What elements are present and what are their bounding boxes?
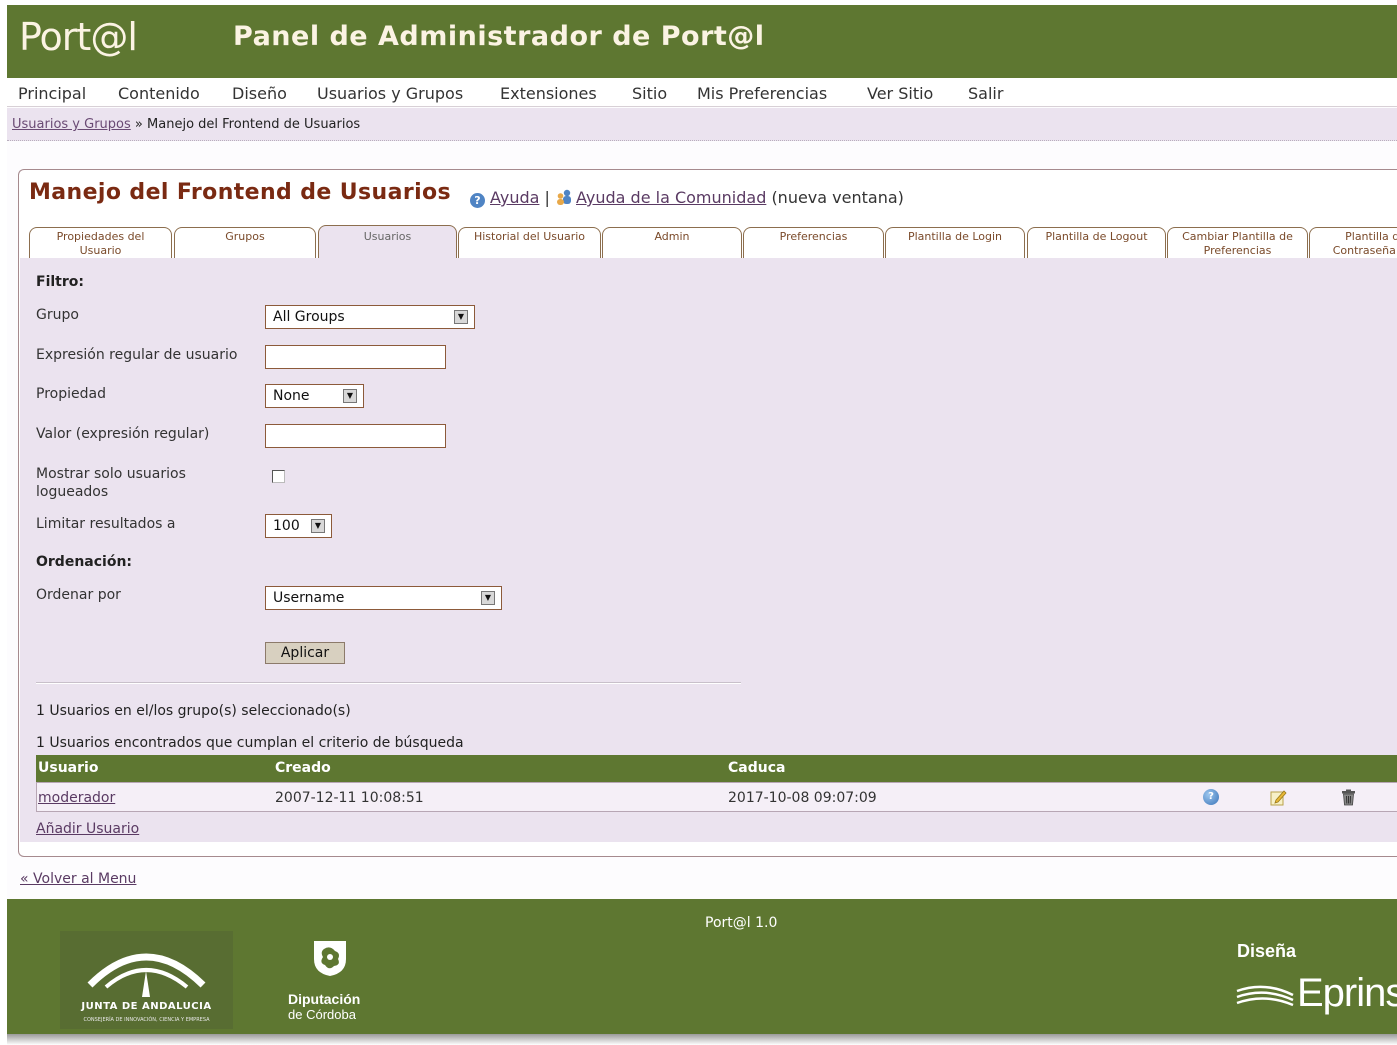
menu-item-extensiones[interactable]: Extensiones [500, 84, 597, 103]
breadcrumb-current: Manejo del Frontend de Usuarios [147, 117, 361, 132]
ordering-heading: Ordenación: [36, 554, 133, 570]
user-regex-input[interactable] [265, 345, 446, 369]
property-select-value: None [273, 388, 310, 404]
logged-only-checkbox[interactable] [272, 470, 285, 483]
created-cell: 2007-12-11 10:08:51 [275, 790, 424, 806]
menu-item-salir[interactable]: Salir [968, 84, 1003, 103]
menu-item-ver-sitio[interactable]: Ver Sitio [867, 84, 933, 103]
menu-item-principal[interactable]: Principal [18, 84, 86, 103]
value-regex-input[interactable] [265, 424, 446, 448]
column-header-usuario[interactable]: Usuario [38, 760, 98, 776]
portal-admin-page: Port@l Panel de Administrador de Port@l … [7, 5, 1397, 1036]
junta-arch-icon [87, 953, 206, 997]
page-shadow [7, 1034, 1397, 1045]
eprins-logo[interactable]: Eprins [1297, 971, 1397, 1016]
new-window-note: (nueva ventana) [771, 188, 904, 207]
value-regex-label: Valor (expresión regular) [36, 426, 210, 442]
help-links: ? Ayuda | Ayuda de la Comunidad (nueva ve… [470, 188, 904, 208]
order-by-select[interactable]: Username ▼ [265, 586, 502, 610]
group-select[interactable]: All Groups ▼ [265, 305, 475, 329]
tab-bar: Propiedades del Usuario Grupos Usuarios … [26, 225, 1397, 260]
tab-cambiar-plantilla-de-preferencias[interactable]: Cambiar Plantilla de Preferencias [1167, 227, 1308, 259]
footer: Port@l 1.0 JUNTA DE ANDALUCIA CONSEJERÍA… [7, 899, 1397, 1036]
order-by-select-value: Username [273, 590, 345, 606]
tab-admin[interactable]: Admin [602, 227, 742, 259]
group-label: Grupo [36, 307, 79, 323]
main-menu: Principal Contenido Diseño Usuarios y Gr… [7, 78, 1397, 107]
diputacion-cordoba-logo: Diputación de Córdoba [288, 939, 388, 1029]
menu-item-sitio[interactable]: Sitio [632, 84, 667, 103]
order-by-label: Ordenar por [36, 587, 121, 603]
junta-de-andalucia-logo: JUNTA DE ANDALUCIA CONSEJERÍA DE INNOVAC… [60, 931, 233, 1029]
tab-usuarios[interactable]: Usuarios [318, 225, 457, 260]
users-in-groups-count: 1 Usuarios en el/los grupo(s) selecciona… [36, 703, 351, 719]
breadcrumb-separator: » [134, 117, 143, 132]
logged-only-label: Mostrar solo usuarios logueados [36, 465, 186, 501]
breadcrumb-link-usuarios-y-grupos[interactable]: Usuarios y Grupos [12, 117, 131, 132]
tab-plantilla-de-login[interactable]: Plantilla de Login [885, 227, 1025, 259]
user-link[interactable]: moderador [38, 790, 115, 806]
user-cell: moderador [38, 790, 115, 806]
junta-name: JUNTA DE ANDALUCIA [81, 1001, 212, 1012]
chevron-down-icon: ▼ [343, 389, 357, 403]
chevron-down-icon: ▼ [311, 519, 325, 533]
community-help-link[interactable]: Ayuda de la Comunidad [576, 188, 766, 207]
menu-item-diseno[interactable]: Diseño [232, 84, 287, 103]
menu-item-mis-preferencias[interactable]: Mis Preferencias [697, 84, 827, 103]
chevron-down-icon: ▼ [481, 591, 495, 605]
help-icon[interactable]: ? [470, 193, 485, 208]
help-link[interactable]: Ayuda [490, 188, 539, 207]
breadcrumb-bar: Usuarios y Grupos » Manejo del Frontend … [7, 108, 1397, 141]
group-select-value: All Groups [273, 309, 345, 325]
column-header-creado[interactable]: Creado [275, 760, 331, 776]
edit-icon[interactable] [1270, 789, 1287, 806]
menu-item-usuarios-y-grupos[interactable]: Usuarios y Grupos [317, 84, 463, 103]
property-label: Propiedad [36, 386, 106, 402]
page-title: Manejo del Frontend de Usuarios [29, 180, 452, 205]
limit-select-value: 100 [273, 518, 300, 534]
tab-preferencias[interactable]: Preferencias [743, 227, 884, 259]
version-label: Port@l 1.0 [705, 915, 778, 931]
title-row: Manejo del Frontend de Usuarios ? Ayuda |… [29, 178, 1389, 208]
menu-item-contenido[interactable]: Contenido [118, 84, 200, 103]
add-user-link[interactable]: Añadir Usuario [36, 821, 139, 837]
tab-grupos[interactable]: Grupos [174, 227, 316, 259]
designed-by-label: Diseña [1237, 941, 1297, 961]
user-regex-label: Expresión regular de usuario [36, 347, 238, 363]
eprins-wave-icon [1236, 985, 1294, 1007]
diputacion-subtitle: de Córdoba [288, 1007, 356, 1022]
header: Port@l Panel de Administrador de Port@l [7, 5, 1397, 78]
community-icon[interactable] [555, 189, 573, 205]
chevron-down-icon: ▼ [454, 310, 468, 324]
junta-subtitle: CONSEJERÍA DE INNOVACIÓN, CIENCIA Y EMPR… [83, 1017, 210, 1023]
diputacion-emblem-icon [314, 941, 346, 976]
diputacion-name: Diputación [288, 991, 361, 1007]
limit-label: Limitar resultados a [36, 516, 176, 532]
column-header-caduca[interactable]: Caduca [728, 760, 785, 776]
tab-plantilla-contrasena[interactable]: Plantilla de Contraseña P [1309, 227, 1397, 259]
tab-propiedades-del-usuario[interactable]: Propiedades del Usuario [29, 227, 172, 259]
expires-cell: 2017-10-08 09:07:09 [728, 790, 877, 806]
content-panel: Manejo del Frontend de Usuarios ? Ayuda |… [18, 169, 1397, 857]
logged-only-label-line2: logueados [36, 484, 109, 500]
limit-select[interactable]: 100 ▼ [265, 514, 332, 538]
tab-panel-usuarios: Filtro: Grupo All Groups ▼ Expresión reg… [20, 258, 1397, 842]
trash-icon[interactable] [1341, 789, 1356, 806]
property-select[interactable]: None ▼ [265, 384, 364, 408]
back-to-menu-link[interactable]: « Volver al Menu [20, 871, 136, 887]
tab-historial-del-usuario[interactable]: Historial del Usuario [458, 227, 601, 259]
logged-only-label-line1: Mostrar solo usuarios [36, 466, 186, 482]
panel-title: Panel de Administrador de Port@l [233, 21, 765, 52]
breadcrumb: Usuarios y Grupos » Manejo del Frontend … [12, 117, 360, 132]
users-found-count: 1 Usuarios encontrados que cumplan el cr… [36, 735, 464, 751]
portal-logo[interactable]: Port@l [19, 15, 138, 59]
tab-plantilla-de-logout[interactable]: Plantilla de Logout [1027, 227, 1166, 259]
divider [36, 682, 741, 684]
info-icon[interactable]: ? [1203, 789, 1219, 805]
apply-button[interactable]: Aplicar [265, 642, 345, 664]
table-row: moderador 2007-12-11 10:08:51 2017-10-08… [36, 782, 1397, 812]
help-separator: | [544, 188, 550, 207]
filter-heading: Filtro: [36, 274, 84, 290]
table-header: Usuario Creado Caduca [36, 755, 1397, 782]
